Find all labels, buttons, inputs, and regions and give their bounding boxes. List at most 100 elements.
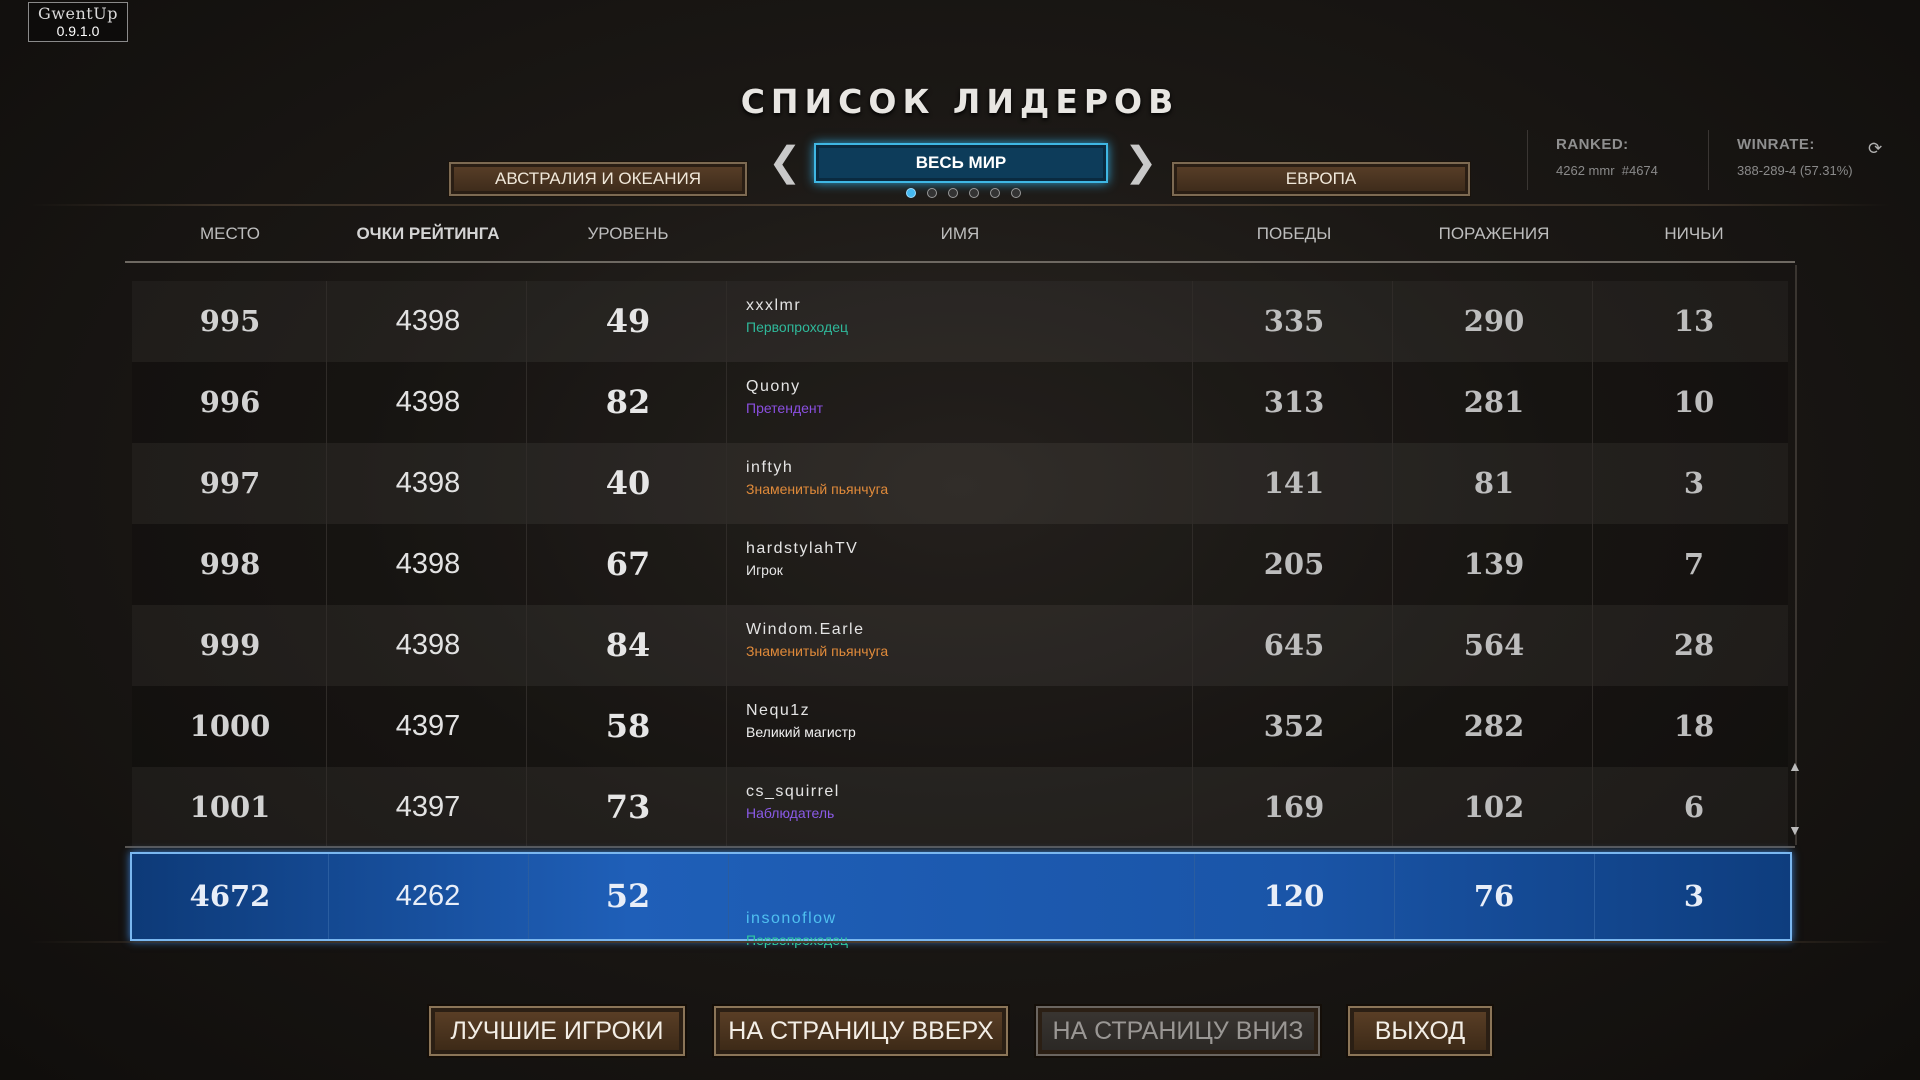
- region-prev-button[interactable]: АВСТРАЛИЯ И ОКЕАНИЯ: [449, 162, 747, 196]
- cell-losses: 81: [1473, 466, 1515, 500]
- table-row[interactable]: 997 4398 40 inftyh Знаменитый пьянчуга 1…: [132, 443, 1788, 524]
- col-header-draws: НИЧЬИ: [1664, 224, 1724, 243]
- cell-mmr: 4397: [395, 791, 461, 823]
- winrate-label: WINRATE:: [1737, 136, 1815, 153]
- cell-draws: 13: [1673, 304, 1715, 338]
- region-current: ВЕСЬ МИР: [814, 143, 1108, 183]
- page-dot[interactable]: [990, 188, 1000, 198]
- cell-wins: 120: [1263, 879, 1325, 913]
- col-header-rank: МЕСТО: [199, 224, 261, 243]
- ranked-stats: RANKED: 4262 mmr #4674: [1556, 136, 1658, 178]
- cell-losses: 282: [1463, 709, 1525, 743]
- player-title: Первопроходец: [746, 319, 848, 335]
- cell-level: 52: [605, 877, 651, 915]
- player-name: xxxlmr: [746, 297, 802, 314]
- cell-level: 58: [605, 707, 651, 745]
- header-divider: [125, 261, 1795, 263]
- cell-wins: 352: [1263, 709, 1325, 743]
- page-down-button[interactable]: НА СТРАНИЦУ ВНИЗ: [1036, 1006, 1320, 1056]
- col-header-name: ИМЯ: [940, 224, 980, 243]
- cell-level: 82: [605, 383, 651, 421]
- ranked-label: RANKED:: [1556, 136, 1629, 153]
- col-header-level: УРОВЕНЬ: [587, 224, 669, 243]
- cell-mmr: 4398: [395, 305, 461, 337]
- chevron-left-icon[interactable]: ❮: [768, 142, 802, 182]
- cell-level: 49: [605, 302, 651, 340]
- col-header-losses: ПОРАЖЕНИЯ: [1438, 224, 1550, 243]
- cell-level: 84: [605, 626, 651, 664]
- cell-rank: 998: [199, 547, 261, 581]
- top-divider: [30, 204, 1890, 206]
- refresh-icon[interactable]: ⟳: [1868, 139, 1882, 159]
- region-page-dots: [906, 188, 1021, 198]
- cell-mmr: 4397: [395, 710, 461, 742]
- cell-level: 67: [605, 545, 651, 583]
- current-player-row[interactable]: 4672 4262 52 insonoflow Первопроходец 12…: [130, 852, 1792, 948]
- cell-losses: 139: [1463, 547, 1525, 581]
- player-title: Наблюдатель: [746, 805, 835, 821]
- cell-wins: 335: [1263, 304, 1325, 338]
- cell-mmr: 4398: [395, 386, 461, 418]
- col-header-wins: ПОБЕДЫ: [1256, 224, 1332, 243]
- table-bottom-divider: [125, 846, 1795, 848]
- cell-losses: 564: [1463, 628, 1525, 662]
- winrate-stats: WINRATE: 388-289-4 (57.31%): [1737, 136, 1853, 178]
- player-title: Игрок: [746, 562, 783, 578]
- cell-rank: 995: [199, 304, 261, 338]
- cell-mmr: 4398: [395, 548, 461, 580]
- cell-rank: 996: [199, 385, 261, 419]
- cell-wins: 645: [1263, 628, 1325, 662]
- cell-rank: 999: [199, 628, 261, 662]
- cell-level: 40: [605, 464, 651, 502]
- page-up-button[interactable]: НА СТРАНИЦУ ВВЕРХ: [714, 1006, 1008, 1056]
- player-name: Windom.Earle: [746, 621, 865, 638]
- col-header-mmr: ОЧКИ РЕЙТИНГА: [356, 224, 500, 243]
- cell-wins: 313: [1263, 385, 1325, 419]
- scroll-up-icon[interactable]: ▲: [1788, 758, 1802, 774]
- player-title: Претендент: [746, 400, 824, 416]
- player-name: Quony: [746, 378, 801, 395]
- cell-losses: 76: [1473, 879, 1515, 913]
- cell-draws: 6: [1683, 790, 1705, 824]
- bottom-divider: [30, 941, 1890, 943]
- cell-draws: 28: [1673, 628, 1715, 662]
- table-row[interactable]: 998 4398 67 hardstylahTV Игрок 205 139 7: [132, 524, 1788, 605]
- cell-draws: 18: [1673, 709, 1715, 743]
- leaderboard-table: 995 4398 49 xxxlmr Первопроходец 335 290…: [132, 281, 1788, 848]
- cell-draws: 3: [1683, 879, 1705, 913]
- table-row[interactable]: 1000 4397 58 Nequ1z Великий магистр 352 …: [132, 686, 1788, 767]
- page-dot[interactable]: [969, 188, 979, 198]
- cell-draws: 3: [1683, 466, 1705, 500]
- table-row[interactable]: 995 4398 49 xxxlmr Первопроходец 335 290…: [132, 281, 1788, 362]
- page-title: СПИСОК ЛИДЕРОВ: [740, 82, 1180, 121]
- page-dot[interactable]: [927, 188, 937, 198]
- cell-mmr: 4398: [395, 629, 461, 661]
- exit-button[interactable]: ВЫХОД: [1348, 1006, 1492, 1056]
- top-players-button[interactable]: ЛУЧШИЕ ИГРОКИ: [429, 1006, 685, 1056]
- table-row[interactable]: 999 4398 84 Windom.Earle Знаменитый пьян…: [132, 605, 1788, 686]
- scroll-down-icon[interactable]: ▼: [1788, 822, 1802, 838]
- player-name: cs_squirrel: [746, 783, 840, 800]
- cell-rank: 4672: [189, 879, 271, 913]
- player-name: hardstylahTV: [746, 540, 859, 557]
- table-row[interactable]: 996 4398 82 Quony Претендент 313 281 10: [132, 362, 1788, 443]
- chevron-right-icon[interactable]: ❯: [1124, 142, 1158, 182]
- region-next-button[interactable]: ЕВРОПА: [1172, 162, 1470, 196]
- cell-mmr: 4262: [395, 880, 461, 912]
- player-title: Знаменитый пьянчуга: [746, 481, 889, 497]
- cell-wins: 169: [1263, 790, 1325, 824]
- cell-wins: 141: [1263, 466, 1325, 500]
- page-dot[interactable]: [1011, 188, 1021, 198]
- page-dot[interactable]: [906, 188, 916, 198]
- player-title: Великий магистр: [746, 724, 856, 740]
- app-name: GwentUp: [38, 4, 118, 23]
- winrate-value: 388-289-4 (57.31%): [1737, 163, 1853, 178]
- ranked-value: 4262 mmr #4674: [1556, 163, 1658, 178]
- player-name: inftyh: [746, 459, 794, 476]
- cell-losses: 290: [1463, 304, 1525, 338]
- app-version: 0.9.1.0: [56, 23, 100, 39]
- cell-losses: 102: [1463, 790, 1525, 824]
- table-row[interactable]: 1001 4397 73 cs_squirrel Наблюдатель 169…: [132, 767, 1788, 848]
- page-dot[interactable]: [948, 188, 958, 198]
- cell-rank: 997: [199, 466, 261, 500]
